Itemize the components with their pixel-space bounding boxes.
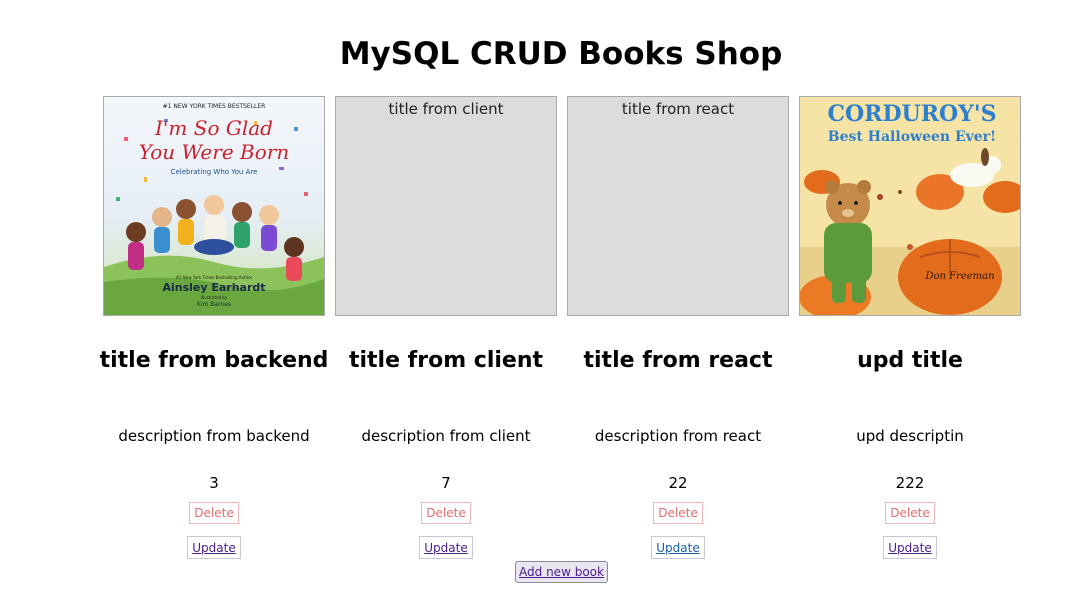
book-description: description from react — [594, 427, 762, 445]
update-link[interactable]: Update — [888, 541, 931, 555]
book-card: #1 NEW YORK TIMES BESTSELLER I'm So Glad… — [100, 96, 328, 559]
update-link[interactable]: Update — [656, 541, 699, 555]
cover-author: Don Freeman — [924, 271, 994, 282]
add-new-book-button[interactable]: Add new book — [515, 561, 608, 583]
book-title: title from react — [583, 348, 773, 373]
delete-button[interactable]: Delete — [653, 502, 703, 524]
books-grid: #1 NEW YORK TIMES BESTSELLER I'm So Glad… — [100, 96, 1023, 559]
book-description: description from client — [361, 427, 531, 445]
cover-author-note: #1 New York Times Bestselling Author — [176, 275, 253, 280]
cover-alt-text: title from client — [388, 100, 504, 118]
page-title: MySQL CRUD Books Shop — [339, 36, 783, 72]
update-link[interactable]: Update — [192, 541, 235, 555]
cover-top-line: #1 NEW YORK TIMES BESTSELLER — [163, 103, 266, 110]
cover-illustration: CORDUROY'S Best Halloween Ever! Don Free… — [800, 97, 1020, 315]
book-card: title from react title from react descri… — [567, 96, 789, 559]
book-title: title from backend — [99, 348, 329, 373]
book-price: 22 — [668, 474, 688, 492]
cover-title-line1: I'm So Glad — [154, 116, 273, 140]
book-cover-image: CORDUROY'S Best Halloween Ever! Don Free… — [799, 96, 1021, 316]
book-price: 222 — [895, 474, 925, 492]
delete-button[interactable]: Delete — [421, 502, 471, 524]
delete-button[interactable]: Delete — [885, 502, 935, 524]
book-title: title from client — [348, 348, 544, 373]
cover-illustrator-note: Illustrated by — [201, 295, 228, 300]
update-button[interactable]: Update — [187, 536, 241, 559]
update-button[interactable]: Update — [419, 536, 473, 559]
book-cover-image: #1 NEW YORK TIMES BESTSELLER I'm So Glad… — [103, 96, 325, 316]
cover-illustrator: Kim Barnes — [197, 301, 231, 308]
add-new-book-link[interactable]: Add new book — [519, 565, 604, 579]
cover-title-line2: Best Halloween Ever! — [828, 129, 996, 145]
cover-alt-text: title from react — [621, 100, 735, 118]
update-button[interactable]: Update — [883, 536, 937, 559]
update-button[interactable]: Update — [651, 536, 705, 559]
update-link[interactable]: Update — [424, 541, 467, 555]
book-price: 3 — [209, 474, 219, 492]
delete-button[interactable]: Delete — [189, 502, 239, 524]
book-description: upd descriptin — [856, 427, 964, 445]
cover-author: Ainsley Earhardt — [162, 281, 265, 294]
book-title: upd title — [857, 348, 963, 373]
cover-title-line2: You Were Born — [139, 140, 289, 164]
book-cover-image: title from react — [567, 96, 789, 316]
book-price: 7 — [441, 474, 451, 492]
cover-title-line1: CORDUROY'S — [828, 101, 997, 127]
book-cover-image: title from client — [335, 96, 557, 316]
cover-subtitle: Celebrating Who You Are — [171, 168, 258, 176]
book-card: title from client title from client desc… — [335, 96, 557, 559]
book-card: CORDUROY'S Best Halloween Ever! Don Free… — [799, 96, 1021, 559]
book-description: description from backend — [118, 427, 310, 445]
cover-illustration: #1 NEW YORK TIMES BESTSELLER I'm So Glad… — [104, 97, 324, 315]
